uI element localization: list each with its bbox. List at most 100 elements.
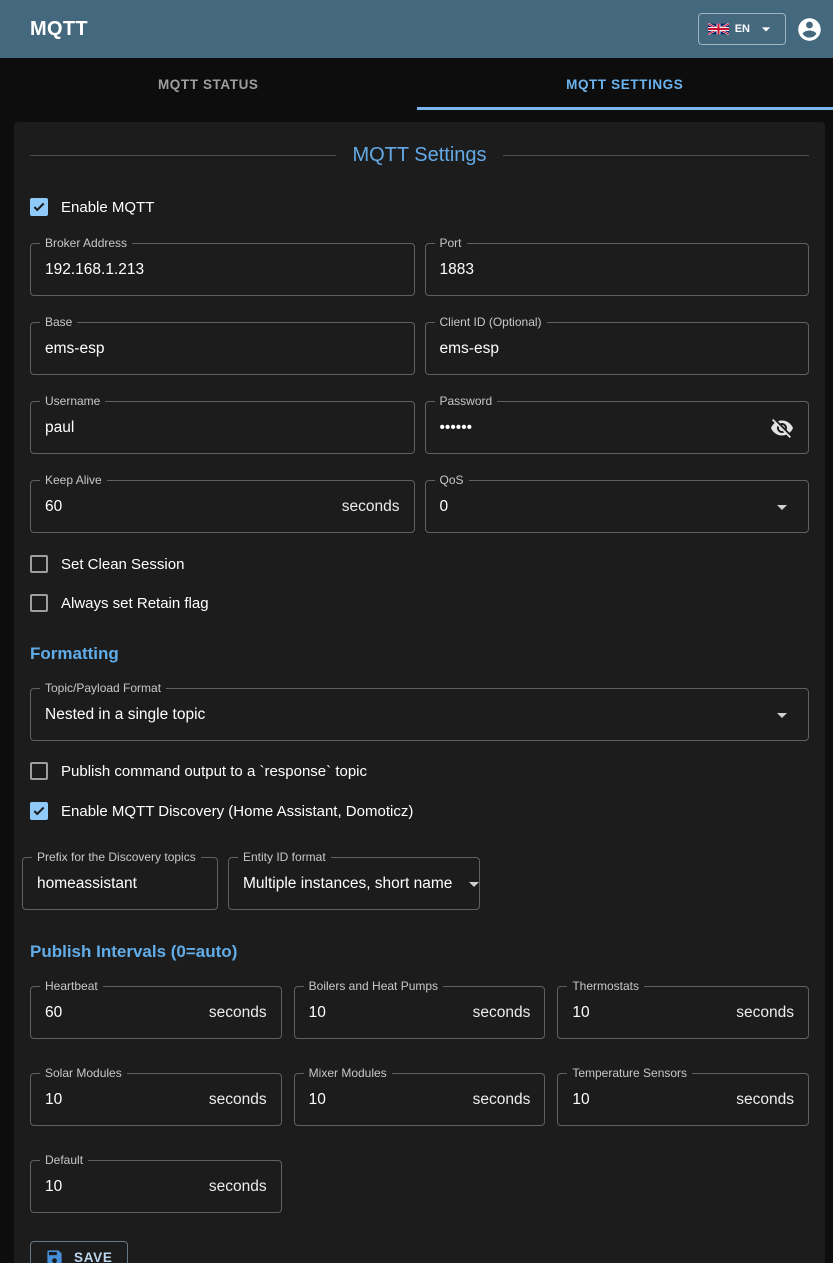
base-input[interactable]: Base ems-esp (30, 322, 415, 375)
field-value: 10 (45, 1091, 62, 1109)
field-label: Broker Address (40, 237, 132, 250)
port-input[interactable]: Port 1883 (425, 243, 810, 296)
dropdown-arrow-icon (770, 495, 794, 519)
field-label: Temperature Sensors (567, 1067, 692, 1080)
uk-flag-icon (708, 23, 729, 35)
field-label: QoS (435, 474, 469, 487)
section-title: MQTT Settings (352, 144, 486, 167)
checkbox-label: Enable MQTT Discovery (Home Assistant, D… (61, 803, 413, 820)
field-value: 10 (45, 1178, 62, 1196)
field-value: homeassistant (37, 875, 137, 893)
field-value: paul (45, 419, 74, 437)
field-label: Port (435, 237, 467, 250)
qos-select[interactable]: QoS 0 (425, 480, 810, 533)
field-label: Heartbeat (40, 980, 103, 993)
app-bar: MQTT EN (0, 0, 833, 58)
dropdown-arrow-icon (770, 703, 794, 727)
divider-line (503, 155, 809, 156)
heartbeat-interval-input[interactable]: Heartbeat 60 seconds (30, 986, 282, 1039)
checkbox-label: Publish command output to a `response` t… (61, 763, 367, 780)
field-label: Topic/Payload Format (40, 682, 166, 695)
field-label: Client ID (Optional) (435, 316, 547, 329)
checkbox-unchecked-icon (30, 762, 48, 780)
mqtt-discovery-checkbox[interactable]: Enable MQTT Discovery (Home Assistant, D… (30, 802, 413, 820)
mixer-interval-input[interactable]: Mixer Modules 10 seconds (294, 1073, 546, 1126)
client-id-input[interactable]: Client ID (Optional) ems-esp (425, 322, 810, 375)
field-value: 1883 (440, 261, 474, 279)
broker-address-input[interactable]: Broker Address 192.168.1.213 (30, 243, 415, 296)
field-label: Thermostats (567, 980, 644, 993)
temperature-interval-input[interactable]: Temperature Sensors 10 seconds (557, 1073, 809, 1126)
field-value: 10 (309, 1091, 326, 1109)
field-value: •••••• (440, 419, 473, 437)
checkbox-label: Enable MQTT (61, 199, 154, 216)
field-unit: seconds (342, 498, 400, 516)
thermostats-interval-input[interactable]: Thermostats 10 seconds (557, 986, 809, 1039)
retain-flag-checkbox[interactable]: Always set Retain flag (30, 594, 209, 612)
username-input[interactable]: Username paul (30, 401, 415, 454)
visibility-off-icon[interactable] (770, 416, 794, 440)
field-unit: seconds (473, 1004, 531, 1022)
field-value: ems-esp (440, 340, 499, 358)
checkbox-label: Set Clean Session (61, 556, 184, 573)
field-value: 0 (440, 498, 449, 516)
field-label: Default (40, 1154, 88, 1167)
field-label: Entity ID format (238, 851, 331, 864)
clean-session-checkbox[interactable]: Set Clean Session (30, 555, 184, 573)
account-circle-icon[interactable] (796, 16, 823, 43)
field-label: Prefix for the Discovery topics (32, 851, 201, 864)
field-label: Username (40, 395, 105, 408)
save-button-label: SAVE (74, 1250, 113, 1263)
field-value: 10 (572, 1091, 589, 1109)
formatting-heading: Formatting (30, 644, 809, 664)
checkbox-checked-icon (30, 198, 48, 216)
field-value: 60 (45, 498, 62, 516)
field-unit: seconds (209, 1178, 267, 1196)
keep-alive-input[interactable]: Keep Alive 60 seconds (30, 480, 415, 533)
field-label: Base (40, 316, 77, 329)
field-unit: seconds (209, 1091, 267, 1109)
save-button[interactable]: SAVE (30, 1241, 128, 1263)
field-value: 10 (309, 1004, 326, 1022)
default-interval-input[interactable]: Default 10 seconds (30, 1160, 282, 1213)
boilers-interval-input[interactable]: Boilers and Heat Pumps 10 seconds (294, 986, 546, 1039)
field-unit: seconds (736, 1091, 794, 1109)
checkbox-unchecked-icon (30, 594, 48, 612)
field-value: ems-esp (45, 340, 104, 358)
solar-interval-input[interactable]: Solar Modules 10 seconds (30, 1073, 282, 1126)
language-selector-button[interactable]: EN (698, 13, 786, 45)
field-value: 10 (572, 1004, 589, 1022)
field-label: Mixer Modules (304, 1067, 392, 1080)
mqtt-settings-card: MQTT Settings Enable MQTT Broker Address… (14, 122, 825, 1263)
discovery-prefix-input[interactable]: Prefix for the Discovery topics homeassi… (22, 857, 218, 910)
field-unit: seconds (209, 1004, 267, 1022)
enable-mqtt-checkbox[interactable]: Enable MQTT (30, 198, 154, 216)
field-label: Keep Alive (40, 474, 107, 487)
tab-mqtt-settings[interactable]: MQTT SETTINGS (417, 58, 833, 110)
password-input[interactable]: Password •••••• (425, 401, 810, 454)
field-value: Multiple instances, short name (243, 875, 452, 893)
checkbox-unchecked-icon (30, 555, 48, 573)
field-label: Boilers and Heat Pumps (304, 980, 443, 993)
field-label: Password (435, 395, 498, 408)
field-value: Nested in a single topic (45, 706, 205, 724)
publish-response-checkbox[interactable]: Publish command output to a `response` t… (30, 762, 367, 780)
entity-id-format-select[interactable]: Entity ID format Multiple instances, sho… (228, 857, 480, 910)
divider-line (30, 155, 336, 156)
checkbox-label: Always set Retain flag (61, 595, 209, 612)
topic-payload-format-select[interactable]: Topic/Payload Format Nested in a single … (30, 688, 809, 741)
dropdown-arrow-icon (462, 872, 486, 896)
checkbox-checked-icon (30, 802, 48, 820)
tab-mqtt-status[interactable]: MQTT STATUS (0, 58, 417, 110)
save-icon (45, 1248, 64, 1263)
active-tab-indicator (417, 107, 833, 110)
chevron-down-icon (756, 19, 776, 39)
page-title: MQTT (30, 18, 88, 41)
section-divider-heading: MQTT Settings (30, 144, 809, 167)
publish-intervals-heading: Publish Intervals (0=auto) (30, 942, 809, 962)
field-unit: seconds (736, 1004, 794, 1022)
field-value: 192.168.1.213 (45, 261, 144, 279)
language-label: EN (735, 23, 750, 35)
field-value: 60 (45, 1004, 62, 1022)
tab-bar: MQTT STATUS MQTT SETTINGS (0, 58, 833, 110)
